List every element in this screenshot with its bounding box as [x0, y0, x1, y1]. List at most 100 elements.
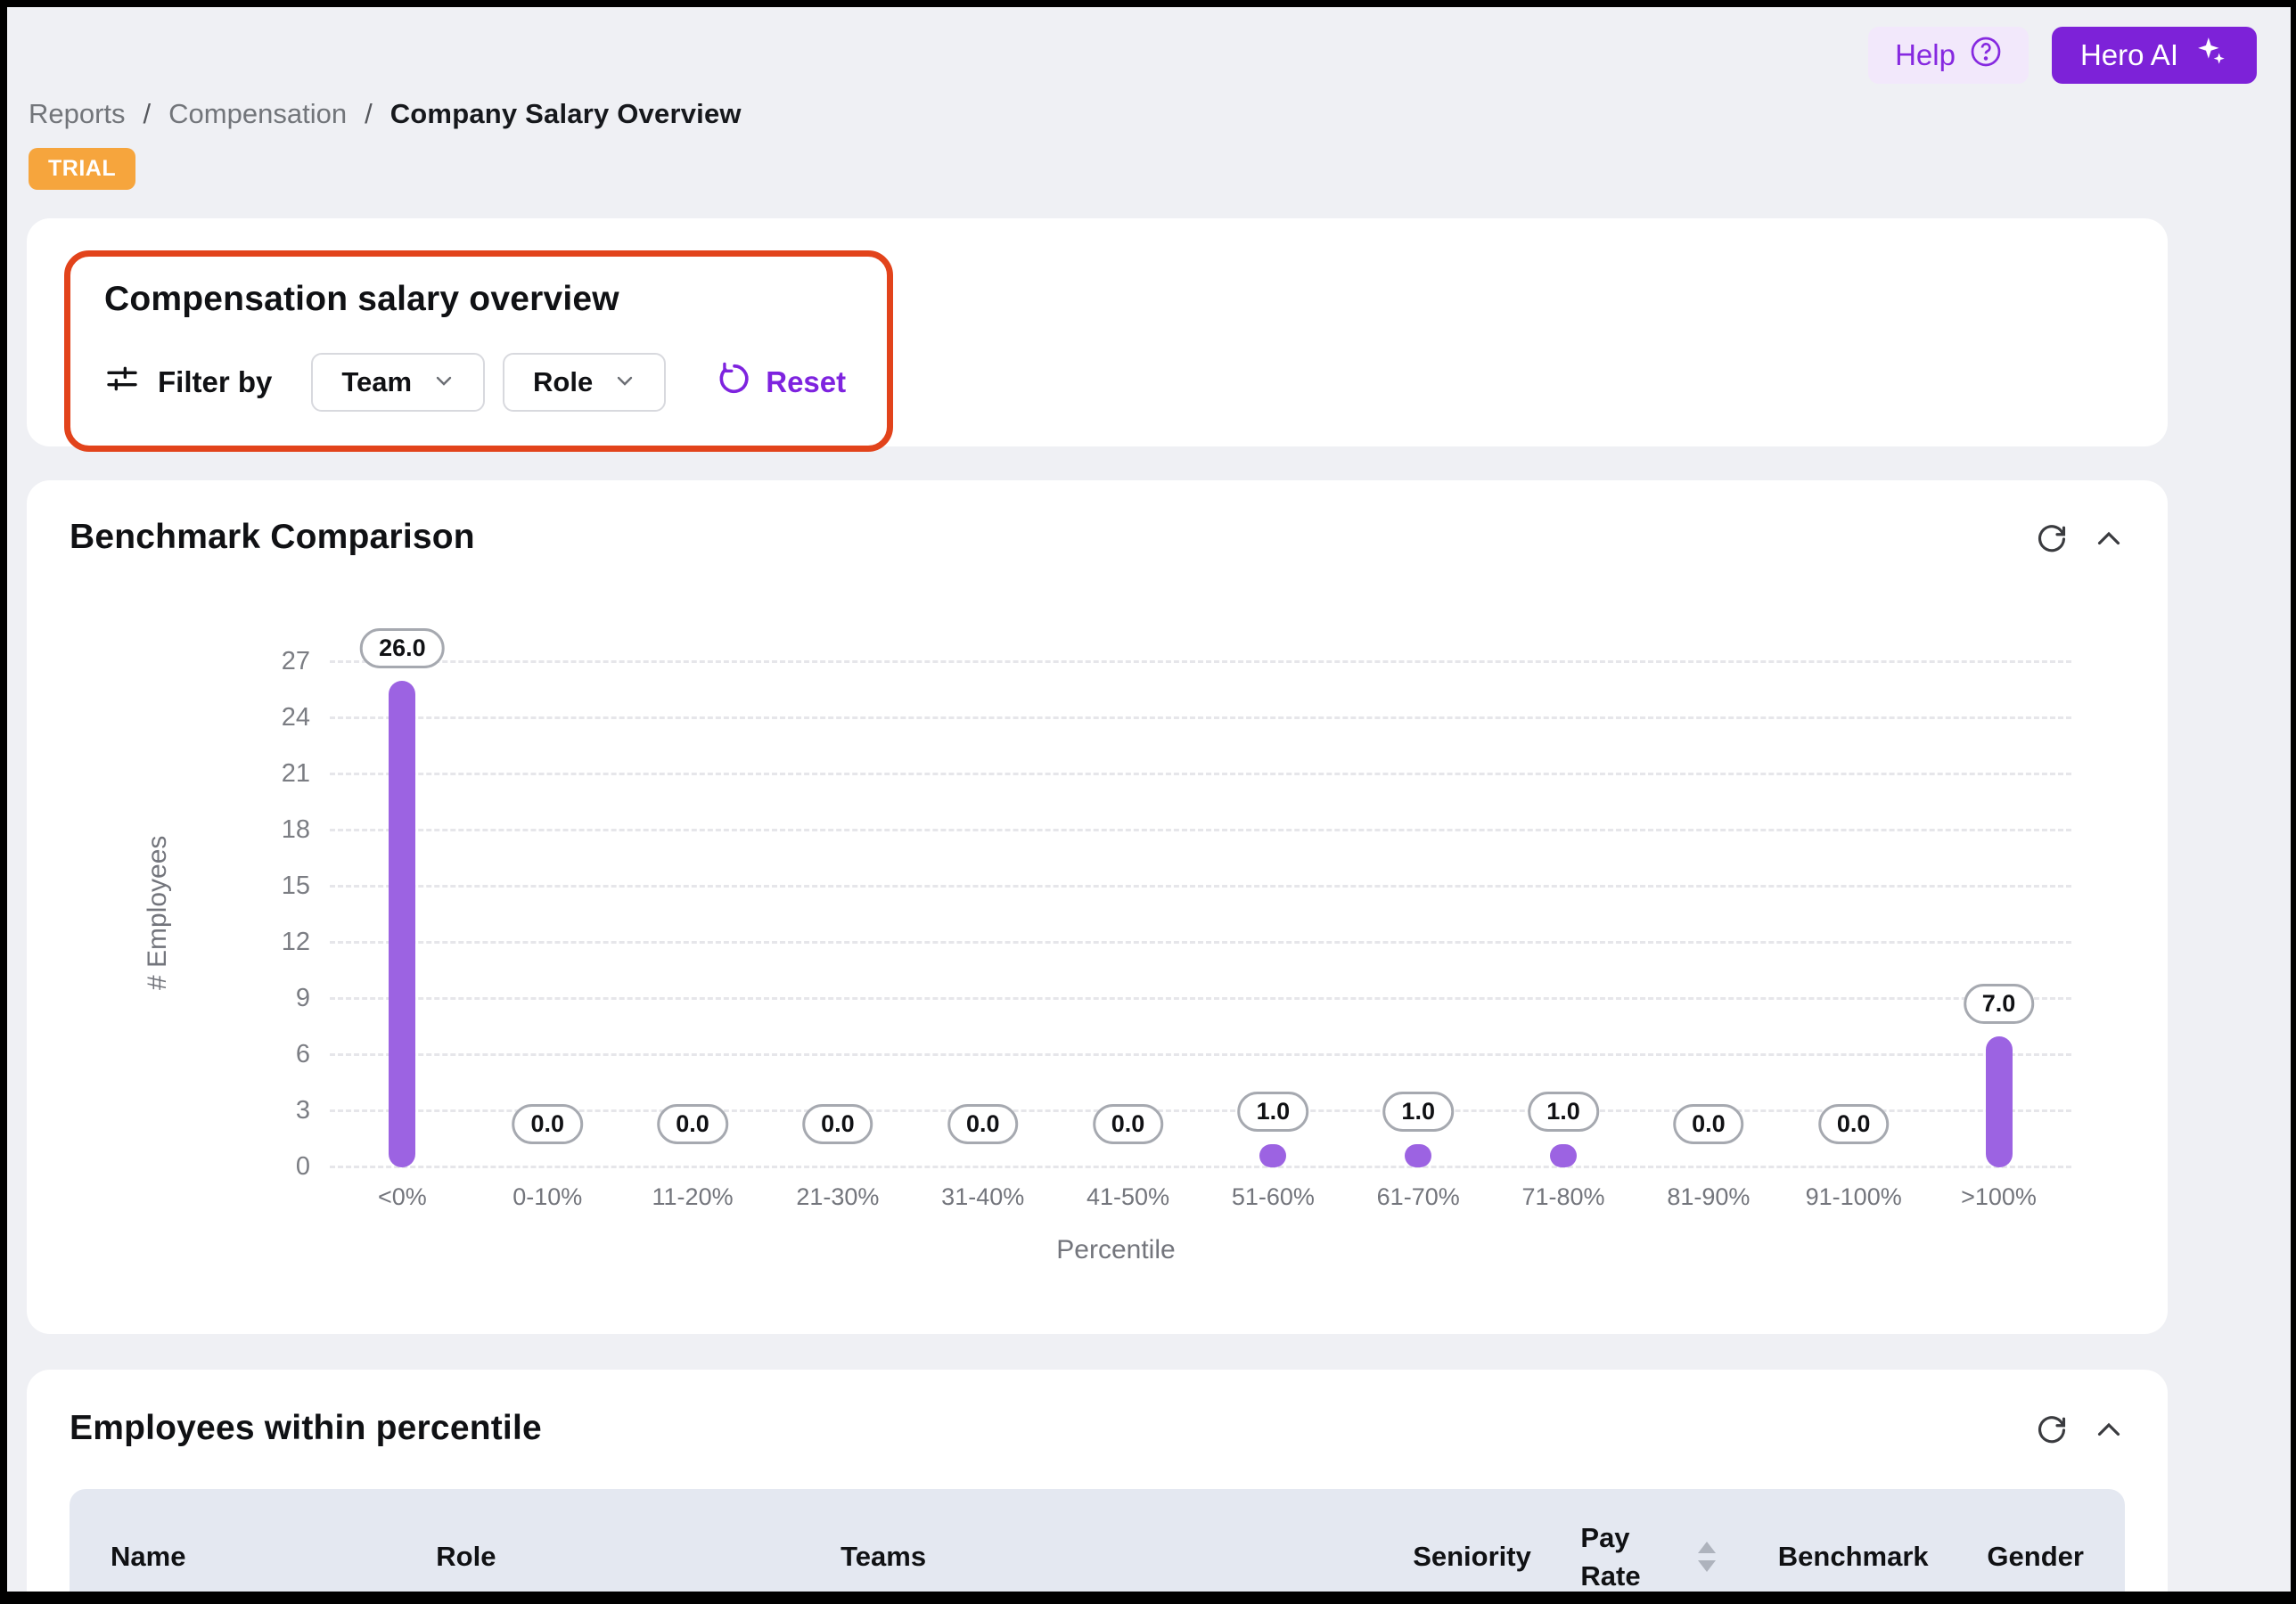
bar-<0% [389, 681, 415, 1167]
benchmark-card-header: Benchmark Comparison [70, 518, 2125, 557]
reset-filters-button[interactable]: Reset [718, 362, 846, 403]
role-dropdown-label: Role [533, 366, 593, 398]
sliders-filter-icon [104, 361, 140, 404]
breadcrumb-current-page: Company Salary Overview [390, 98, 742, 130]
value-badge-0-10%: 0.0 [512, 1104, 583, 1144]
refresh-icon[interactable] [2036, 1414, 2068, 1446]
benchmark-chart: # Employees Percentile 03691215182124272… [330, 662, 2071, 1167]
refresh-icon[interactable] [2036, 523, 2068, 555]
chart-column-<0%: 26.0<0% [330, 662, 475, 1167]
y-axis-tick-label: 21 [255, 759, 310, 789]
help-question-icon [1970, 36, 2002, 75]
y-axis-tick-label: 3 [255, 1096, 310, 1125]
x-axis-tick-label: <0% [378, 1183, 427, 1211]
chart-column-51-60%: 1.051-60% [1201, 662, 1346, 1167]
y-axis-tick-label: 15 [255, 872, 310, 901]
trial-badge: TRIAL [29, 148, 135, 190]
reset-rotate-ccw-icon [718, 362, 751, 403]
bar->100% [1986, 1036, 2013, 1167]
chart-column-61-70%: 1.061-70% [1346, 662, 1491, 1167]
chart-column-41-50%: 0.041-50% [1055, 662, 1201, 1167]
chart-column-21-30%: 0.021-30% [765, 662, 910, 1167]
column-header-benchmark: Benchmark [1778, 1541, 1956, 1573]
help-button[interactable]: Help [1868, 27, 2029, 84]
team-filter-dropdown[interactable]: Team [311, 353, 485, 412]
x-axis-tick-label: 11-20% [652, 1183, 734, 1211]
chevron-down-icon [433, 366, 455, 398]
y-axis-tick-label: 12 [255, 928, 310, 957]
value-badge-<0%: 26.0 [360, 628, 445, 668]
x-axis-tick-label: 31-40% [941, 1183, 1024, 1211]
x-axis-tick-label: 51-60% [1232, 1183, 1315, 1211]
chart-column-71-80%: 1.071-80% [1491, 662, 1636, 1167]
value-badge-71-80%: 1.0 [1528, 1092, 1599, 1132]
breadcrumb-separator: / [144, 98, 152, 130]
sparkles-icon [2194, 35, 2228, 76]
employees-table-header: Name Role Teams Seniority Pay Rate Bench… [70, 1489, 2125, 1604]
employees-percentile-card: Employees within percentile Name Role Te… [27, 1370, 2168, 1604]
chart-column-91-100%: 0.091-100% [1781, 662, 1926, 1167]
chart-column->100%: 7.0>100% [1926, 662, 2071, 1167]
value-badge-11-20%: 0.0 [657, 1104, 728, 1144]
reset-label: Reset [766, 365, 846, 399]
value-badge-91-100%: 0.0 [1818, 1104, 1890, 1144]
y-axis-tick-label: 18 [255, 815, 310, 845]
bar-71-80% [1550, 1144, 1577, 1167]
compensation-overview-card: Compensation salary overview Filter by [27, 218, 2168, 446]
y-axis-tick-label: 6 [255, 1040, 310, 1069]
filter-card-title: Compensation salary overview [104, 280, 846, 319]
hero-ai-button[interactable]: Hero AI [2052, 27, 2257, 84]
column-header-role: Role [436, 1541, 840, 1573]
hero-ai-button-label: Hero AI [2080, 38, 2178, 72]
collapse-chevron-up-icon[interactable] [2093, 1414, 2125, 1446]
filter-by: Filter by [104, 361, 272, 404]
benchmark-comparison-card: Benchmark Comparison # Employees Percent… [27, 480, 2168, 1334]
x-axis-tick-label: 81-90% [1667, 1183, 1750, 1211]
app-window: Help Hero AI Reports / Compensation [0, 0, 2296, 1604]
bar-51-60% [1259, 1144, 1286, 1167]
x-axis-tick-label: 21-30% [796, 1183, 879, 1211]
value-badge-81-90%: 0.0 [1673, 1104, 1744, 1144]
x-axis-tick-label: 71-80% [1521, 1183, 1604, 1211]
column-header-name: Name [111, 1541, 436, 1573]
chevron-down-icon [614, 366, 636, 398]
benchmark-card-title: Benchmark Comparison [70, 518, 475, 557]
column-header-gender: Gender [1956, 1541, 2084, 1573]
x-axis-tick-label: >100% [1961, 1183, 2037, 1211]
breadcrumb: Reports / Compensation / Company Salary … [29, 98, 2291, 130]
value-badge-61-70%: 1.0 [1382, 1092, 1454, 1132]
value-badge-21-30%: 0.0 [802, 1104, 873, 1144]
help-button-label: Help [1895, 38, 1956, 72]
column-header-pay-rate: Pay Rate [1580, 1518, 1777, 1596]
collapse-chevron-up-icon[interactable] [2093, 523, 2125, 555]
x-axis-tick-label: 0-10% [512, 1183, 582, 1211]
bar-61-70% [1405, 1144, 1431, 1167]
value-badge-51-60%: 1.0 [1238, 1092, 1309, 1132]
column-header-seniority: Seniority [1413, 1541, 1580, 1573]
filter-by-label: Filter by [158, 365, 272, 399]
y-axis-tick-label: 0 [255, 1152, 310, 1182]
breadcrumb-compensation[interactable]: Compensation [168, 98, 347, 130]
breadcrumb-separator: / [365, 98, 373, 130]
employees-card-header: Employees within percentile [70, 1409, 2125, 1448]
team-dropdown-label: Team [341, 366, 412, 398]
employees-card-title: Employees within percentile [70, 1409, 542, 1448]
chart-columns: 26.0<0%0.00-10%0.011-20%0.021-30%0.031-4… [330, 662, 2071, 1167]
y-axis-tick-label: 27 [255, 647, 310, 676]
y-axis-tick-label: 9 [255, 984, 310, 1013]
value-badge->100%: 7.0 [1964, 984, 2035, 1024]
x-axis-tick-label: 41-50% [1086, 1183, 1169, 1211]
x-axis-title: Percentile [276, 1235, 1956, 1265]
y-axis-title: # Employees [143, 839, 173, 990]
sort-icon[interactable] [1696, 1540, 1718, 1574]
filter-row: Filter by Team Role [104, 353, 846, 412]
benchmark-card-actions [2036, 523, 2125, 555]
value-badge-31-40%: 0.0 [947, 1104, 1019, 1144]
role-filter-dropdown[interactable]: Role [503, 353, 666, 412]
chart-column-31-40%: 0.031-40% [910, 662, 1055, 1167]
value-badge-41-50%: 0.0 [1093, 1104, 1164, 1144]
employees-card-actions [2036, 1414, 2125, 1446]
y-axis-tick-label: 24 [255, 703, 310, 732]
chart-column-11-20%: 0.011-20% [620, 662, 766, 1167]
breadcrumb-reports[interactable]: Reports [29, 98, 126, 130]
